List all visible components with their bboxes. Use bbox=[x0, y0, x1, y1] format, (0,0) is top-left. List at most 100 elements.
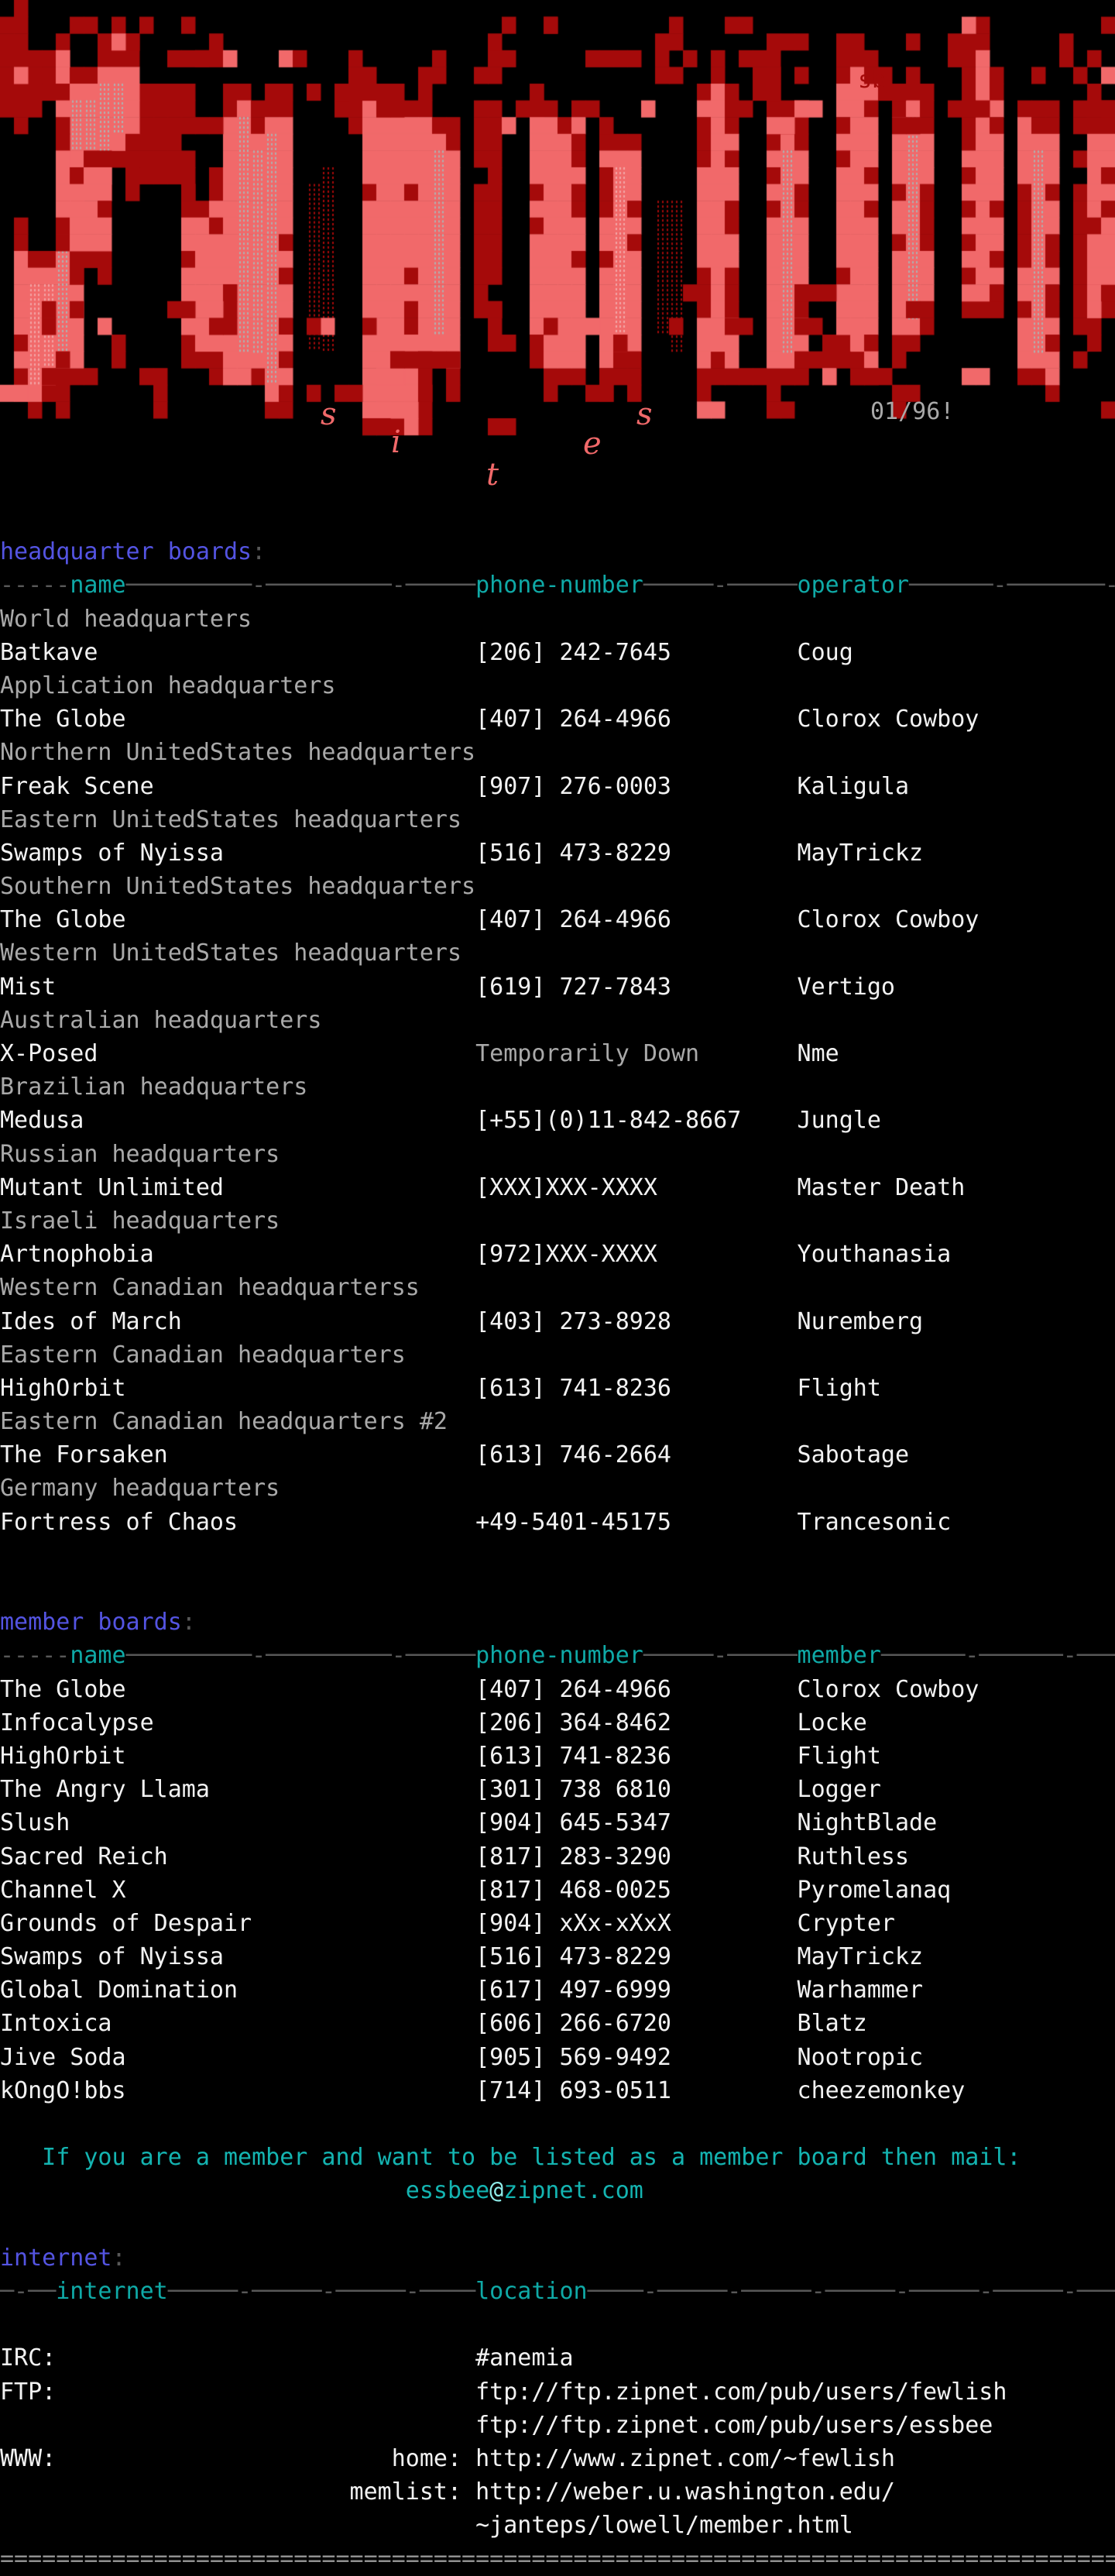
member-board-row-seg: [516] 473-8229 bbox=[475, 1943, 797, 1970]
hq-category-row: Australian headquarters bbox=[0, 1004, 1115, 1037]
hq-board-row-seg: Swamps of Nyissa bbox=[0, 840, 475, 867]
hq-board-row-seg: HighOrbit bbox=[0, 1375, 475, 1402]
hq-category-row: Israeli headquarters bbox=[0, 1204, 1115, 1238]
hq-category-row: Germany headquarters bbox=[0, 1472, 1115, 1505]
contact-email-line-seg: essbee bbox=[406, 2177, 489, 2204]
member-board-row: The Angry Llama [301] 738 6810 Logger bbox=[0, 1773, 1115, 1806]
hq-category-row-seg: Germany headquarters bbox=[0, 1475, 280, 1502]
member-board-row: Sacred Reich [817] 283-3290 Ruthless bbox=[0, 1840, 1115, 1874]
hq-title-seg: : bbox=[252, 538, 266, 565]
hq-board-row-seg: MayTrickz bbox=[798, 840, 924, 867]
footer-rule-seg: ========================================… bbox=[0, 2545, 1115, 2572]
hq-board-row-seg: [613] 746-2664 bbox=[475, 1441, 797, 1468]
internet-row: memlist: http://weber.u.washington.edu/ bbox=[0, 2475, 1115, 2509]
member-board-row-seg: Clorox Cowboy bbox=[798, 1676, 979, 1703]
member-board-row-seg: The Globe bbox=[0, 1676, 475, 1703]
member-board-row-seg: [905] 569-9492 bbox=[475, 2044, 797, 2071]
hq-category-row: Northern UnitedStates headquarters bbox=[0, 736, 1115, 769]
member-board-row: The Globe [407] 264-4966 Clorox Cowboy bbox=[0, 1673, 1115, 1706]
hq-board-row-seg: [XXX]XXX-XXXX bbox=[475, 1174, 797, 1201]
hq-board-row-seg: [619] 727-7843 bbox=[475, 974, 797, 1001]
hq-board-row: Freak Scene [907] 276-0003 Kaligula bbox=[0, 770, 1115, 803]
internet-table-rule-seg: ─-── bbox=[0, 2278, 56, 2305]
hq-board-row: The Globe [407] 264-4966 Clorox Cowboy bbox=[0, 903, 1115, 936]
member-table-rule-seg: ─────────-─────────-───── bbox=[126, 1642, 476, 1669]
contact-email-line-seg: zipnet.com bbox=[503, 2177, 643, 2204]
member-board-row-seg: Infocalypse bbox=[0, 1709, 475, 1736]
hq-board-row-seg: [407] 264-4966 bbox=[475, 706, 797, 733]
member-board-row-seg: [206] 364-8462 bbox=[475, 1709, 797, 1736]
member-notice-line: If you are a member and want to be liste… bbox=[0, 2141, 1115, 2174]
hq-board-row: X-Posed Temporarily Down Nme bbox=[0, 1037, 1115, 1070]
member-board-row: Slush [904] 645-5347 NightBlade bbox=[0, 1806, 1115, 1839]
hq-board-row-seg: Batkave bbox=[0, 639, 475, 666]
hq-category-row: Eastern Canadian headquarters #2 bbox=[0, 1405, 1115, 1438]
member-board-row-seg: The Angry Llama bbox=[0, 1776, 475, 1803]
internet-title: internet: bbox=[0, 2241, 1115, 2275]
spacer-line bbox=[0, 2308, 1115, 2341]
internet-title-seg: : bbox=[112, 2245, 126, 2272]
member-board-row-seg: [714] 693-0511 bbox=[475, 2077, 797, 2104]
hq-category-row: Russian headquarters bbox=[0, 1138, 1115, 1171]
internet-table-rule-seg: ─────-─────-─────-──── bbox=[168, 2278, 475, 2305]
hq-board-row: The Globe [407] 264-4966 Clorox Cowboy bbox=[0, 702, 1115, 736]
hq-board-row-seg: Sabotage bbox=[798, 1441, 910, 1468]
member-board-row: Channel X [817] 468-0025 Pyromelanaq bbox=[0, 1874, 1115, 1907]
hq-board-row-seg: [907] 276-0003 bbox=[475, 773, 797, 800]
hq-board-row: Mist [619] 727-7843 Vertigo bbox=[0, 970, 1115, 1004]
footer-rule: ========================================… bbox=[0, 2542, 1115, 2575]
hq-board-row: HighOrbit [613] 741-8236 Flight bbox=[0, 1372, 1115, 1405]
internet-table-rule: ─-──internet─────-─────-─────-────locati… bbox=[0, 2275, 1115, 2308]
hq-board-row-seg: X-Posed bbox=[0, 1040, 475, 1067]
hq-table-rule-seg: phone-number bbox=[475, 572, 643, 599]
hq-board-row-seg: The Forsaken bbox=[0, 1441, 475, 1468]
member-board-row-seg: Slush bbox=[0, 1809, 475, 1836]
spacer-line bbox=[0, 2208, 1115, 2241]
internet-row: FTP: ftp://ftp.zipnet.com/pub/users/fewl… bbox=[0, 2375, 1115, 2409]
hq-category-row-seg: Israeli headquarters bbox=[0, 1207, 280, 1235]
hq-board-row-seg: Medusa bbox=[0, 1107, 475, 1134]
hq-board-row-seg: Nuremberg bbox=[798, 1308, 924, 1335]
hq-category-row: World headquarters bbox=[0, 603, 1115, 636]
hq-category-row: Western Canadian headquarterss bbox=[0, 1271, 1115, 1304]
hq-board-row: Swamps of Nyissa [516] 473-8229 MayTrick… bbox=[0, 836, 1115, 870]
hq-board-row-seg: Ides of March bbox=[0, 1308, 475, 1335]
hq-board-row-seg: [206] 242-7645 bbox=[475, 639, 797, 666]
hq-board-row-seg: [403] 273-8928 bbox=[475, 1308, 797, 1335]
member-board-row: kOngO!bbs [714] 693-0511 cheezemonkey bbox=[0, 2074, 1115, 2107]
hq-board-row-seg: Flight bbox=[798, 1375, 881, 1402]
member-board-row-seg: Locke bbox=[798, 1709, 867, 1736]
member-board-row-seg: Crypter bbox=[798, 1910, 895, 1937]
member-table-rule-seg: ─────-───── bbox=[643, 1642, 798, 1669]
hq-board-row-seg: Master Death bbox=[798, 1174, 966, 1201]
member-table-rule: -----name─────────-─────────-─────phone-… bbox=[0, 1639, 1115, 1672]
member-board-row-seg: Global Domination bbox=[0, 1977, 475, 2004]
hq-table-rule-seg: ─────────-─────────-───── bbox=[126, 572, 476, 599]
member-board-row: Global Domination [617] 497-6999 Warhamm… bbox=[0, 1973, 1115, 2007]
member-table-rule-seg: ----- bbox=[0, 1642, 70, 1669]
hq-board-row-seg: Fortress of Chaos bbox=[0, 1509, 475, 1536]
hq-board-row-seg: Mutant Unlimited bbox=[0, 1174, 475, 1201]
hq-board-row-seg: Clorox Cowboy bbox=[798, 906, 979, 933]
member-board-row-seg: Sacred Reich bbox=[0, 1843, 475, 1870]
contact-email-line-seg bbox=[0, 2177, 406, 2204]
member-board-row-seg: kOngO!bbs bbox=[0, 2077, 475, 2104]
member-board-row: Intoxica [606] 266-6720 Blatz bbox=[0, 2007, 1115, 2040]
internet-row: WWW: home: http://www.zipnet.com/~fewlis… bbox=[0, 2442, 1115, 2475]
hq-category-row-seg: Application headquarters bbox=[0, 672, 335, 699]
hq-table-rule-seg: operator bbox=[798, 572, 910, 599]
hq-board-row-seg: [407] 264-4966 bbox=[475, 906, 797, 933]
member-board-row: HighOrbit [613] 741-8236 Flight bbox=[0, 1740, 1115, 1773]
terminal-text: headquarter boards:-----name─────────-──… bbox=[0, 0, 1115, 2576]
hq-board-row-seg: Jungle bbox=[798, 1107, 881, 1134]
hq-category-row-seg: World headquarters bbox=[0, 606, 252, 633]
member-board-row-seg: [617] 497-6999 bbox=[475, 1977, 797, 2004]
member-title-seg: member boards bbox=[0, 1609, 182, 1636]
member-title-seg: : bbox=[182, 1609, 196, 1636]
hq-board-row-seg: Freak Scene bbox=[0, 773, 475, 800]
hq-board-row-seg: [972]XXX-XXXX bbox=[475, 1241, 797, 1268]
hq-table-rule-seg: ──────-───────- bbox=[909, 572, 1115, 599]
member-board-row-seg: Pyromelanaq bbox=[798, 1877, 952, 1904]
member-board-row-seg: MayTrickz bbox=[798, 1943, 924, 1970]
hq-board-row-seg: Nme bbox=[798, 1040, 839, 1067]
